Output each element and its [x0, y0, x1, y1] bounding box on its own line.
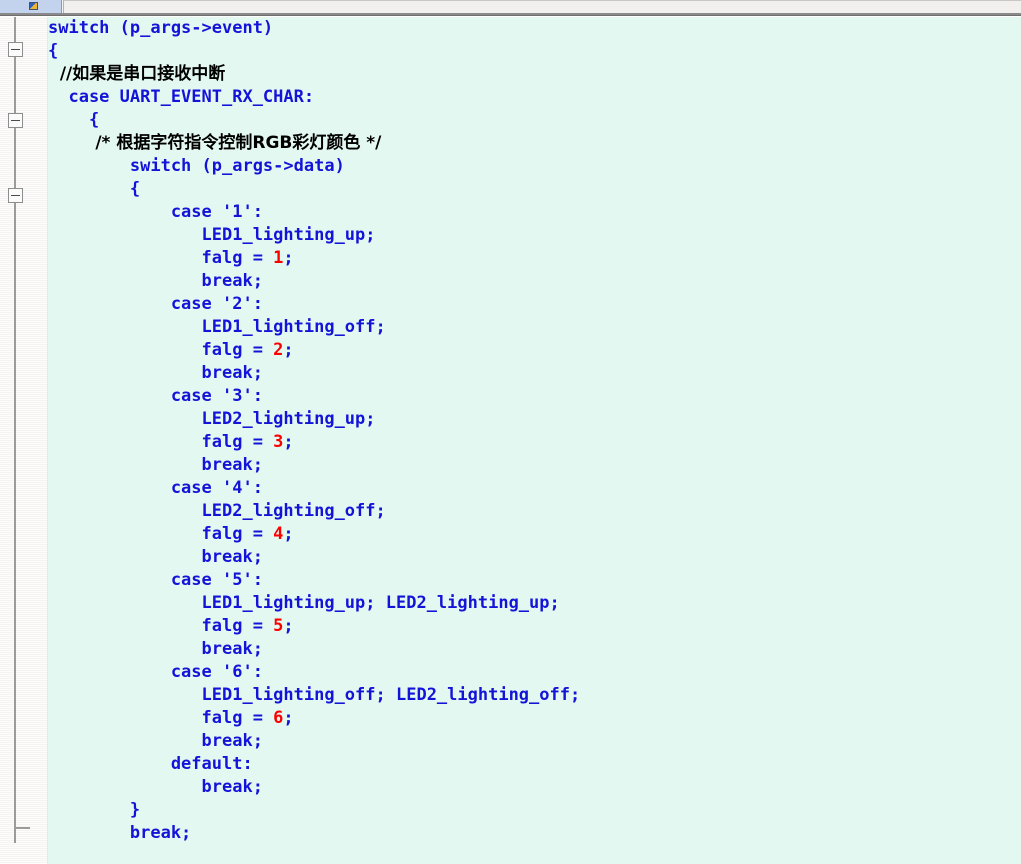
code-line[interactable]: switch (p_args->data) [48, 155, 1021, 178]
code-line[interactable]: case '2': [48, 293, 1021, 316]
fold-marker-1[interactable] [8, 42, 23, 57]
code-token: case '1': [48, 202, 263, 222]
code-line[interactable]: break; [48, 822, 1021, 845]
code-line[interactable]: { [48, 109, 1021, 132]
code-token: break; [48, 271, 263, 291]
code-line[interactable]: case '5': [48, 569, 1021, 592]
code-token: ; [283, 340, 294, 360]
code-line[interactable]: LED1_lighting_up; LED2_lighting_up; [48, 592, 1021, 615]
code-token: falg = [48, 616, 274, 636]
code-token: } [48, 800, 141, 820]
code-line[interactable]: /* 根据字符指令控制RGB彩灯颜色 */ [48, 132, 1021, 155]
code-token: case '6': [48, 662, 263, 682]
code-token: falg = [48, 524, 274, 544]
code-token: 5 [273, 616, 284, 636]
code-line[interactable]: falg = 2; [48, 339, 1021, 362]
fold-end-marker [14, 827, 30, 829]
code-line[interactable]: falg = 6; [48, 707, 1021, 730]
code-token: LED2_lighting_off; [48, 501, 386, 521]
tab-active-file[interactable] [0, 0, 62, 13]
code-token: break; [48, 731, 263, 751]
code-line[interactable]: LED2_lighting_off; [48, 500, 1021, 523]
code-line[interactable]: break; [48, 638, 1021, 661]
file-icon [29, 2, 38, 10]
code-line[interactable]: LED1_lighting_off; LED2_lighting_off; [48, 684, 1021, 707]
code-line[interactable]: //如果是串口接收中断 [48, 63, 1021, 86]
code-token: case '5': [48, 570, 263, 590]
code-token: LED1_lighting_off; [48, 317, 386, 337]
code-line[interactable]: switch (p_args->event) [48, 17, 1021, 40]
code-line[interactable]: falg = 4; [48, 523, 1021, 546]
code-line[interactable]: { [48, 40, 1021, 63]
code-token: falg = [48, 248, 274, 268]
code-editor[interactable]: switch (p_args->event) { //如果是串口接收中断 case… [0, 17, 1021, 864]
code-token: switch (p_args->data) [48, 156, 345, 176]
code-token: 2 [273, 340, 284, 360]
code-line[interactable]: break; [48, 730, 1021, 753]
code-line[interactable]: } [48, 799, 1021, 822]
code-token: //如果是串口接收中断 [48, 64, 226, 84]
code-token: break; [48, 455, 263, 475]
code-line[interactable]: LED1_lighting_off; [48, 316, 1021, 339]
code-token: switch (p_args->event) [48, 18, 274, 38]
code-token: LED1_lighting_up; [48, 225, 376, 245]
fold-marker-2[interactable] [8, 113, 23, 128]
code-token: default: [48, 754, 253, 774]
code-token: ; [283, 432, 294, 452]
code-token: /* 根据字符指令控制RGB彩灯颜色 */ [48, 133, 382, 153]
code-line[interactable]: LED2_lighting_up; [48, 408, 1021, 431]
code-line[interactable]: break; [48, 362, 1021, 385]
code-line[interactable]: case UART_EVENT_RX_CHAR: [48, 86, 1021, 109]
code-line[interactable]: LED1_lighting_up; [48, 224, 1021, 247]
tab-strip-divider [0, 13, 1021, 16]
code-line[interactable]: case '4': [48, 477, 1021, 500]
code-token: falg = [48, 708, 274, 728]
code-line[interactable]: case '6': [48, 661, 1021, 684]
code-token: LED1_lighting_off; LED2_lighting_off; [48, 685, 581, 705]
code-token: ; [283, 616, 294, 636]
code-token: break; [48, 639, 263, 659]
code-token: break; [48, 777, 263, 797]
code-token: ; [283, 248, 294, 268]
code-token: case '4': [48, 478, 263, 498]
code-token: ; [283, 708, 294, 728]
code-line[interactable]: falg = 1; [48, 247, 1021, 270]
code-token: case '2': [48, 294, 263, 314]
code-token: ; [283, 524, 294, 544]
code-line[interactable]: break; [48, 776, 1021, 799]
code-token: break; [48, 823, 192, 843]
code-line[interactable]: falg = 5; [48, 615, 1021, 638]
code-token: { [48, 179, 141, 199]
code-token: 4 [273, 524, 284, 544]
code-token: { [48, 41, 59, 61]
code-line[interactable]: break; [48, 546, 1021, 569]
code-line[interactable]: falg = 3; [48, 431, 1021, 454]
code-token: break; [48, 547, 263, 567]
editor-tab-strip [0, 0, 1021, 13]
code-token: 1 [273, 248, 284, 268]
tab-strip-empty-area [63, 0, 1021, 13]
code-line[interactable]: case '3': [48, 385, 1021, 408]
code-text-area[interactable]: switch (p_args->event) { //如果是串口接收中断 case… [48, 17, 1021, 864]
code-token: { [48, 110, 100, 130]
code-line[interactable]: break; [48, 270, 1021, 293]
fold-guide-line [14, 17, 16, 843]
code-line[interactable]: { [48, 178, 1021, 201]
code-token: case '3': [48, 386, 263, 406]
code-token: 3 [273, 432, 284, 452]
code-token: falg = [48, 340, 274, 360]
code-token: 6 [273, 708, 284, 728]
code-token: falg = [48, 432, 274, 452]
code-token: LED2_lighting_up; [48, 409, 376, 429]
code-token: case UART_EVENT_RX_CHAR: [48, 87, 315, 107]
code-token: LED1_lighting_up; LED2_lighting_up; [48, 593, 560, 613]
code-token: break; [48, 363, 263, 383]
code-line[interactable]: default: [48, 753, 1021, 776]
fold-marker-3[interactable] [8, 188, 23, 203]
fold-gutter[interactable] [0, 17, 48, 864]
code-line[interactable]: case '1': [48, 201, 1021, 224]
code-line[interactable]: break; [48, 454, 1021, 477]
